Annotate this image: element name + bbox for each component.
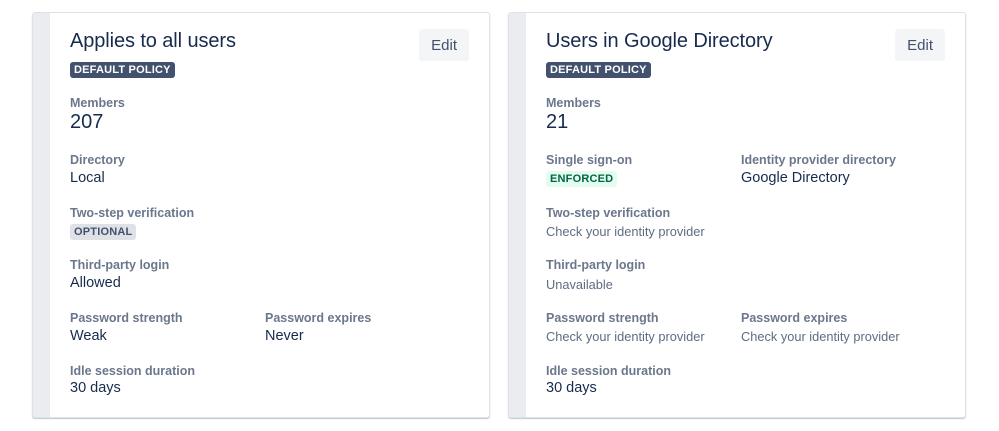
sso-label: Single sign-on bbox=[546, 153, 633, 167]
two-step-label: Two-step verification bbox=[546, 206, 671, 220]
idle-session-label: Idle session duration bbox=[546, 364, 672, 378]
policy-title: Users in Google Directory bbox=[546, 30, 773, 52]
password-expires-value: Check your identity provider bbox=[741, 329, 900, 344]
third-party-login-label: Third-party login bbox=[70, 258, 170, 272]
idp-directory-value: Google Directory bbox=[741, 170, 850, 186]
policy-card-all-users: Applies to all users Edit DEFAULT POLICY… bbox=[32, 12, 490, 418]
idle-session-value: 30 days bbox=[70, 380, 121, 396]
password-strength-value: Check your identity provider bbox=[546, 329, 705, 344]
card-accent-stripe bbox=[33, 13, 50, 417]
password-strength-label: Password strength bbox=[70, 311, 183, 325]
default-policy-badge: DEFAULT POLICY bbox=[546, 62, 651, 78]
third-party-login-value: Allowed bbox=[70, 275, 121, 291]
members-value: 21 bbox=[546, 111, 569, 133]
members-value: 207 bbox=[70, 111, 104, 133]
two-step-status-badge: OPTIONAL bbox=[70, 224, 137, 240]
password-strength-label: Password strength bbox=[546, 311, 659, 325]
two-step-value: Check your identity provider bbox=[546, 224, 705, 239]
password-expires-label: Password expires bbox=[741, 311, 848, 325]
members-label: Members bbox=[546, 96, 601, 110]
idp-directory-label: Identity provider directory bbox=[741, 153, 896, 167]
idle-session-label: Idle session duration bbox=[70, 364, 196, 378]
third-party-login-value: Unavailable bbox=[546, 277, 613, 292]
directory-value: Local bbox=[70, 170, 105, 186]
password-strength-value: Weak bbox=[70, 328, 107, 344]
password-expires-value: Never bbox=[265, 328, 304, 344]
default-policy-badge: DEFAULT POLICY bbox=[70, 62, 175, 78]
policy-title: Applies to all users bbox=[70, 30, 236, 52]
policy-card-google-directory: Users in Google Directory Edit DEFAULT P… bbox=[508, 12, 966, 418]
edit-button[interactable]: Edit bbox=[419, 29, 469, 61]
members-label: Members bbox=[70, 96, 125, 110]
directory-label: Directory bbox=[70, 153, 125, 167]
idle-session-value: 30 days bbox=[546, 380, 597, 396]
two-step-label: Two-step verification bbox=[70, 206, 195, 220]
third-party-login-label: Third-party login bbox=[546, 258, 646, 272]
edit-button[interactable]: Edit bbox=[895, 29, 945, 61]
card-content: Applies to all users Edit DEFAULT POLICY… bbox=[70, 13, 489, 417]
password-expires-label: Password expires bbox=[265, 311, 372, 325]
card-content: Users in Google Directory Edit DEFAULT P… bbox=[546, 13, 965, 417]
sso-status-badge: ENFORCED bbox=[546, 171, 618, 187]
card-accent-stripe bbox=[509, 13, 526, 417]
